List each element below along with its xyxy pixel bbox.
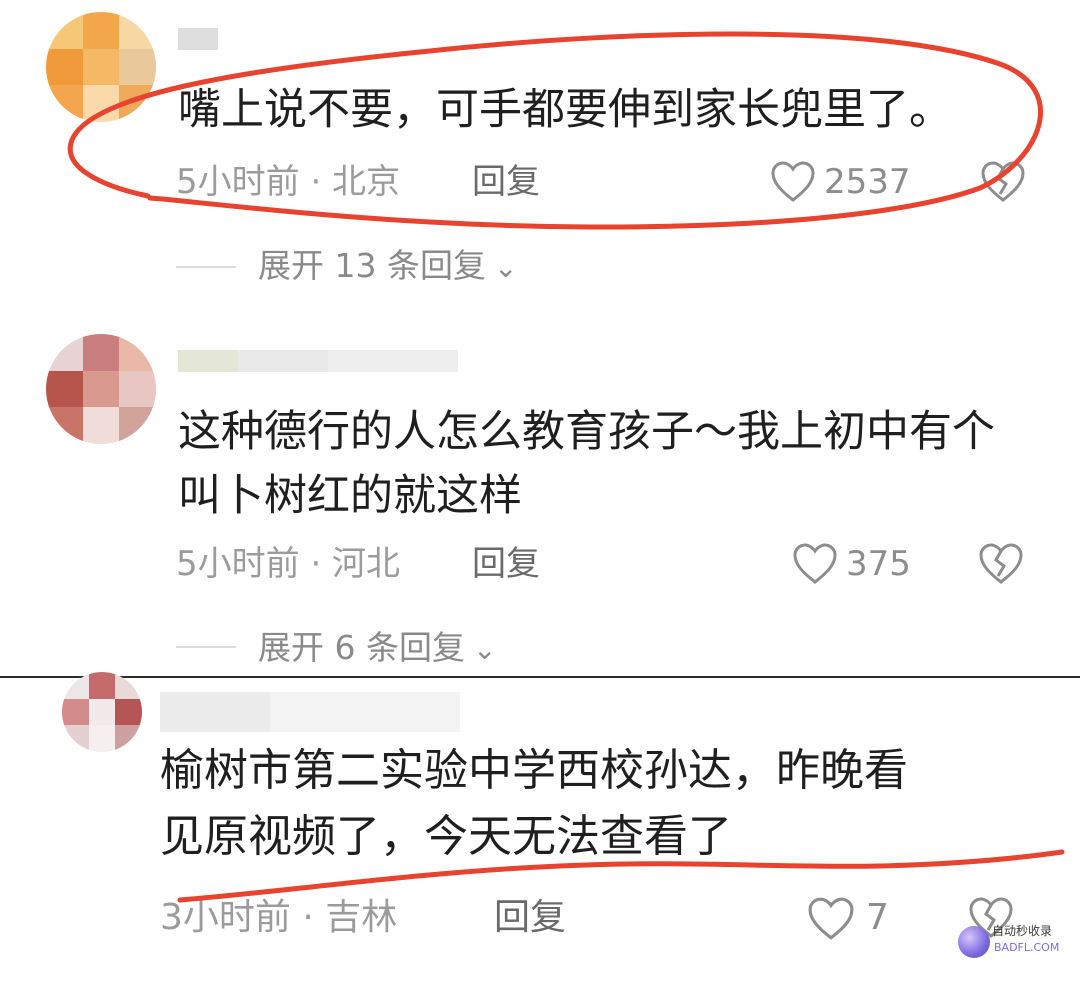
avatar-pixel [88, 698, 116, 726]
comment-3: 榆树市第二实验中学西校孙达，昨晚看 见原视频了，今天无法查看了 3小时前 · 吉… [0, 0, 1080, 982]
avatar[interactable] [62, 672, 142, 752]
comment-text: 榆树市第二实验中学西校孙达，昨晚看 见原视频了，今天无法查看了 [160, 745, 908, 862]
avatar-pixel [62, 672, 89, 699]
avatar-pixel [88, 672, 116, 699]
heart-icon[interactable] [806, 896, 856, 942]
avatar-pixel [62, 698, 89, 726]
avatar-pixel [115, 725, 142, 752]
avatar-pixel [115, 672, 142, 699]
avatar-pixel [88, 725, 116, 752]
watermark-logo: 自动秒收录 BADFL.COM [958, 922, 1078, 962]
username-blurred[interactable] [160, 692, 460, 732]
reply-button[interactable]: 回复 [494, 896, 566, 940]
like-count: 7 [866, 897, 889, 938]
avatar-pixel [62, 725, 89, 752]
comment-meta: 3小时前 · 吉林 [160, 897, 398, 938]
avatar-pixel [115, 698, 142, 726]
watermark-domain: BADFL.COM [994, 941, 1060, 954]
watermark-icon [958, 926, 990, 958]
watermark-text: 自动秒收录 [992, 924, 1053, 938]
